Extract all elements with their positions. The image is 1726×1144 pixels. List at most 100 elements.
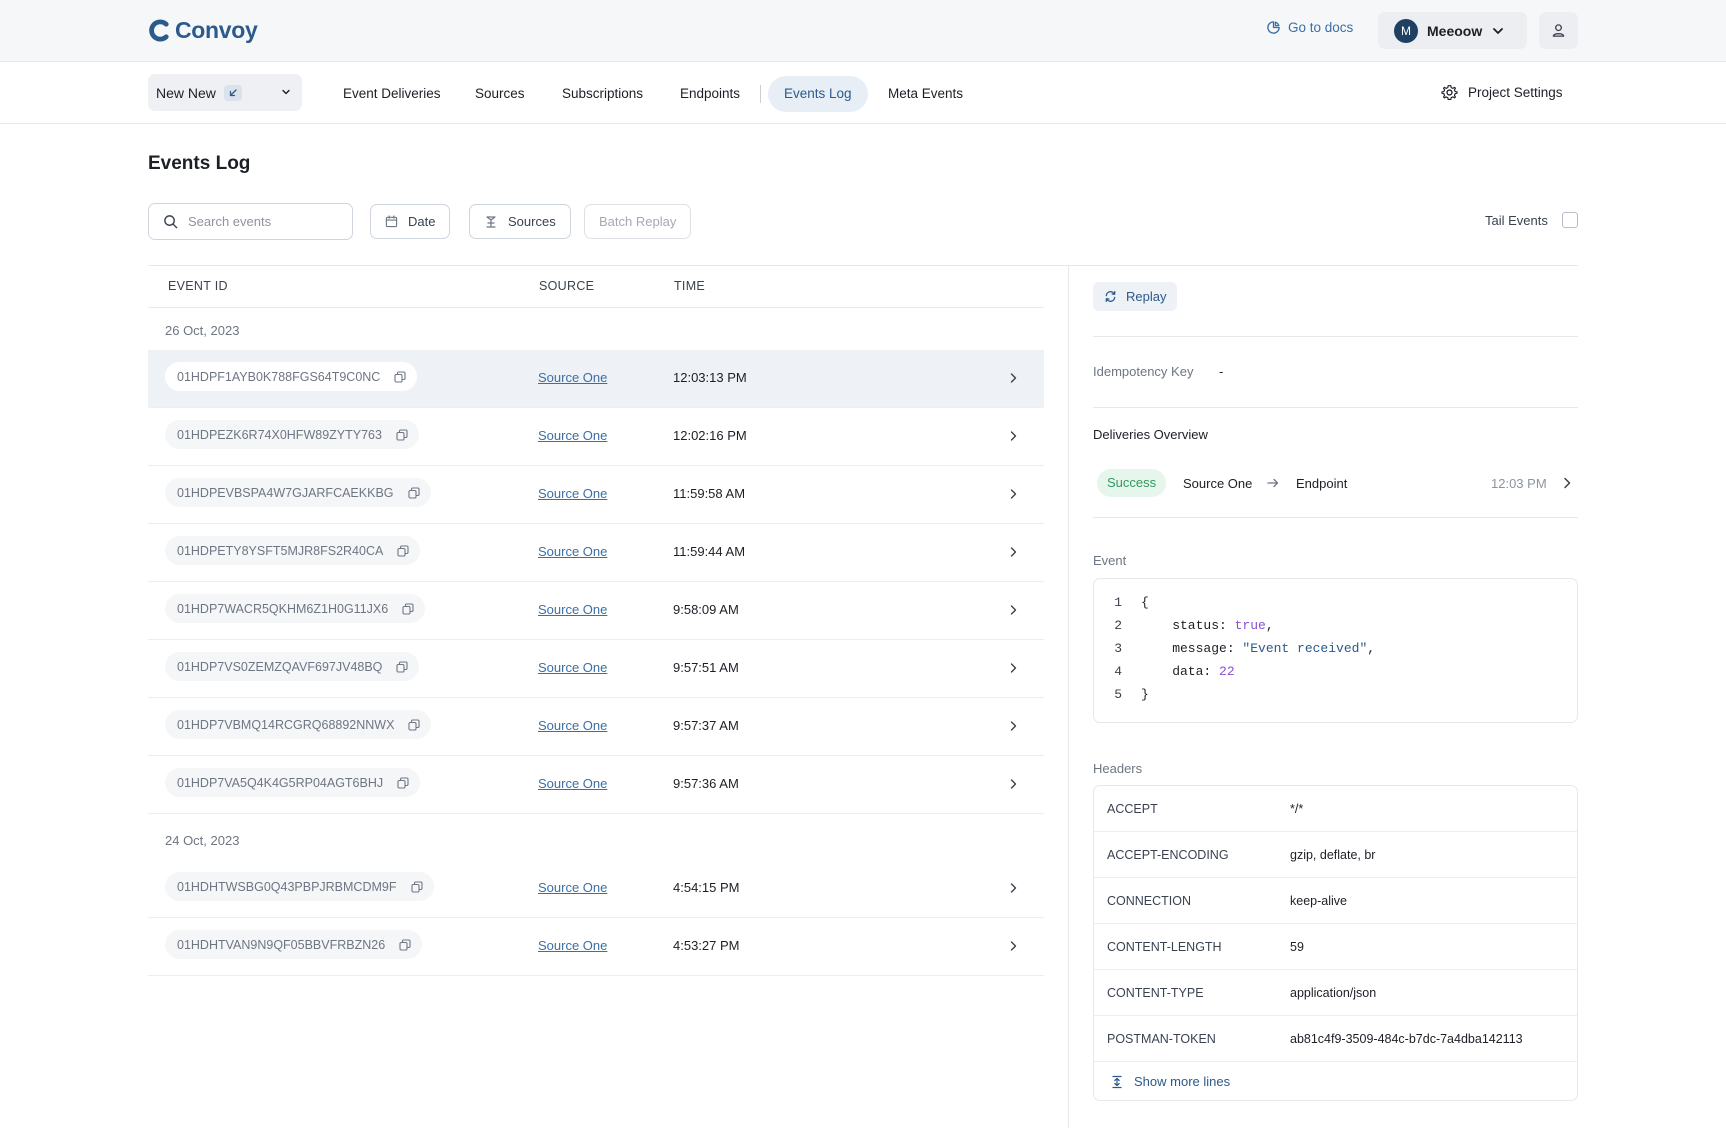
sources-filter-button[interactable]: Sources [469,204,571,239]
batch-replay-button[interactable]: Batch Replay [584,204,692,239]
header-value: keep-alive [1290,894,1347,908]
organisation-name: Meeoow [1427,22,1483,39]
source-link[interactable]: Source One [538,660,607,675]
code-text: status: true, [1141,616,1273,636]
table-row[interactable]: 01HDP7VBMQ14RCGRQ68892NNWX Source One 9:57… [148,698,1044,756]
copy-icon[interactable] [396,660,408,673]
project-settings-button[interactable]: Project Settings [1441,84,1563,101]
copy-icon[interactable] [402,602,414,615]
event-payload-label: Event [1093,553,1127,568]
table-row[interactable]: 01HDHTWSBG0Q43PBPJRBMCDM9F Source One 4:54… [148,860,1044,918]
code-line: 2 status: true, [1094,616,1577,636]
date-filter-button[interactable]: Date [370,204,451,239]
json-key: message: [1141,641,1243,656]
go-to-docs-link[interactable]: Go to docs [1266,20,1353,35]
event-id-pill: 01HDPEZK6R74X0HFW89ZYTY763 [165,420,419,449]
source-link[interactable]: Source One [538,718,607,733]
copy-icon[interactable] [397,776,409,789]
header-row: ACCEPT-ENCODING gzip, deflate, br [1094,832,1577,878]
code-text: { [1141,595,1149,610]
show-more-lines-button[interactable]: Show more lines [1111,1074,1230,1089]
table-row[interactable]: 01HDPEVBSPA4W7GJARFCAEKKBG Source One 11:5… [148,466,1044,524]
table-row[interactable]: 01HDP7VA5Q4K4G5RP04AGT6BHJ Source One 9:57… [148,756,1044,814]
header-value: */* [1290,802,1304,816]
convoy-logo[interactable]: Convoy [147,17,258,44]
project-selector[interactable]: New New [148,74,302,111]
event-time: 12:03:13 PM [673,370,747,385]
idempotency-key-value: - [1219,364,1224,379]
header-row: CONTENT-TYPE application/json [1094,970,1577,1016]
source-link[interactable]: Source One [538,938,607,953]
header-key: CONTENT-TYPE [1107,986,1204,1000]
json-key: data: [1141,664,1220,679]
replay-button[interactable]: Replay [1093,282,1178,311]
event-id-pill: 01HDPEVBSPA4W7GJARFCAEKKBG [165,478,431,507]
replay-icon [1105,291,1116,302]
code-text: data: 22 [1141,662,1234,682]
replay-label: Replay [1126,289,1167,304]
event-id-pill: 01HDPF1AYB0K788FGS64T9C0NC [165,362,418,391]
source-link[interactable]: Source One [538,544,607,559]
brand-name: Convoy [175,17,258,43]
event-id: 01HDP7VS0ZEMZQAVF697JV48BQ [177,659,383,674]
chevron-right-icon [1010,779,1017,789]
user-icon [1552,24,1565,37]
nav-event-deliveries[interactable]: Event Deliveries [327,76,457,112]
event-id-pill: 01HDPETY8YSFT5MJR8FS2R40CA [165,536,421,565]
chevron-right-icon [1010,547,1017,557]
code-text: message: "Event received", [1141,639,1375,659]
chevron-right-icon [1010,373,1017,383]
column-time: TIME [674,279,706,293]
go-to-docs-label: Go to docs [1288,20,1354,35]
event-id-pill: 01HDHTVAN9N9QF05BBVFRBZN26 [165,930,423,959]
copy-icon[interactable] [410,880,423,893]
table-row[interactable]: 01HDHTVAN9N9QF05BBVFRBZN26 Source One 4:53… [148,918,1044,976]
copy-icon[interactable] [396,428,408,441]
table-row[interactable]: 01HDPETY8YSFT5MJR8FS2R40CA Source One 11:5… [148,524,1044,582]
header-key: CONTENT-LENGTH [1107,940,1222,954]
table-row[interactable]: 01HDP7WACR5QKHM6Z1H0G11JX6 Source One 9:58… [148,582,1044,640]
table-row[interactable]: 01HDPF1AYB0K788FGS64T9C0NC Source One 12:0… [148,350,1044,408]
sources-icon [486,215,496,228]
panel-divider [1068,266,1069,1128]
nav-endpoints[interactable]: Endpoints [664,76,756,112]
organisation-switcher[interactable]: M Meeoow [1378,12,1527,49]
nav-sources[interactable]: Sources [459,76,541,112]
source-link[interactable]: Source One [538,428,607,443]
copy-icon[interactable] [397,544,409,557]
user-menu-button[interactable] [1539,12,1578,49]
event-time: 9:57:36 AM [673,776,739,791]
search-box [148,203,353,240]
event-time: 9:57:51 AM [673,660,739,675]
tail-events-checkbox[interactable] [1561,212,1578,228]
nav-meta-events[interactable]: Meta Events [872,76,979,112]
copy-icon[interactable] [394,370,406,383]
json-value: "Event received" [1242,641,1368,656]
copy-icon[interactable] [408,718,421,731]
table-row[interactable]: 01HDP7VS0ZEMZQAVF697JV48BQ Source One 9:57… [148,640,1044,698]
chevron-right-icon [1010,941,1017,951]
table-row[interactable]: 01HDPEZK6R74X0HFW89ZYTY763 Source One 12:0… [148,408,1044,466]
nav-subscriptions[interactable]: Subscriptions [546,76,659,112]
source-link[interactable]: Source One [538,880,607,895]
copy-icon[interactable] [399,938,411,951]
event-time: 4:53:27 PM [673,938,740,953]
source-link[interactable]: Source One [538,776,607,791]
copy-icon[interactable] [407,486,420,499]
header-row: CONTENT-LENGTH 59 [1094,924,1577,970]
line-number: 3 [1114,641,1122,656]
search-input[interactable] [188,214,338,229]
source-link[interactable]: Source One [538,486,607,501]
source-link[interactable]: Source One [538,602,607,617]
event-time: 12:02:16 PM [673,428,747,443]
source-link[interactable]: Source One [538,370,607,385]
nav-events-log[interactable]: Events Log [768,76,868,112]
chevron-down-icon [282,89,290,95]
event-id: 01HDHTVAN9N9QF05BBVFRBZN26 [177,937,386,952]
event-time: 11:59:44 AM [673,544,746,559]
sources-filter-label: Sources [508,214,556,229]
event-time: 11:59:58 AM [673,486,746,501]
page-title: Events Log [148,153,251,174]
line-number: 5 [1114,687,1122,702]
header-value: application/json [1290,986,1377,1000]
